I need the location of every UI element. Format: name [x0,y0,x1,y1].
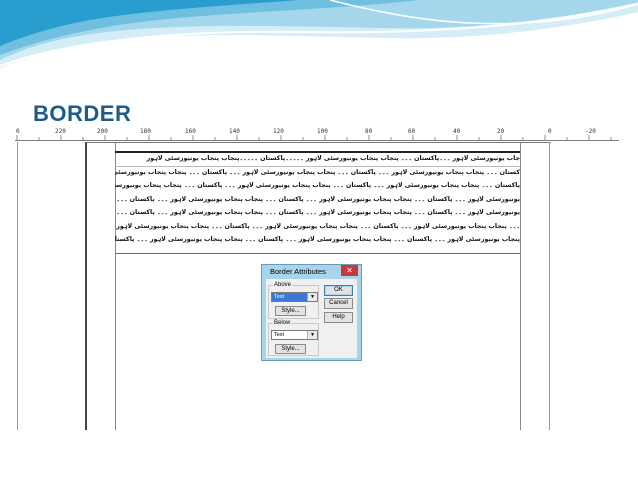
horizontal-ruler[interactable]: 0 220 200 180 160 140 120 100 80 60 40 2… [15,128,619,141]
text-line: کستان ۔۔۔ پنجاب پنجاب یونیورسٹی لاہور ۔۔… [115,168,520,176]
chevron-down-icon[interactable]: ▼ [307,293,317,301]
ruler-label: 160 [185,128,196,135]
above-label: Above [273,281,293,289]
border-attributes-dialog: Border Attributes ✕ Above Text ▼ Style..… [261,264,362,361]
ruler-label: 0 [16,128,20,135]
dialog-body: Above Text ▼ Style... Below Text ▼ Style… [266,279,357,358]
text-line: پاکستان ۔۔۔ پنجاب پنجاب یونیورسٹی لاہور … [115,182,520,189]
dialog-titlebar[interactable]: Border Attributes ✕ [262,265,361,279]
ruler-label: 80 [365,128,373,135]
dialog-title: Border Attributes [270,267,326,276]
ruler-label: 220 [55,128,66,135]
ruler-label: 200 [97,128,108,135]
bordered-paragraph[interactable]: جاب یونیورسٹی لاہور ۔۔۔پاکستان ۔۔۔ پنجاب… [115,152,520,247]
above-style-button[interactable]: Style... [275,306,306,316]
page-edge-left [17,142,18,430]
above-attribute-select[interactable]: Text ▼ [271,292,318,302]
chevron-down-icon[interactable]: ▼ [307,331,317,339]
ruler-label: -20 [585,128,596,135]
text-line: یونیورسٹی لاہور ۔۔۔ پاکستان ۔۔۔ پنجاب پن… [115,209,520,216]
above-group: Above Text ▼ Style... [268,281,319,319]
below-style-button[interactable]: Style... [275,344,306,354]
below-attribute-select[interactable]: Text ▼ [271,330,318,340]
close-button[interactable]: ✕ [341,265,358,276]
text-line: یونیورسٹی لاہور ۔۔۔ پاکستان ۔۔۔ پنجاب پن… [115,195,520,203]
text-line: جاب یونیورسٹی لاہور ۔۔۔پاکستان ۔۔۔ پنجاب… [146,155,520,162]
ruler-label: 40 [453,128,461,135]
ruler-label: 100 [317,128,328,135]
ok-button[interactable]: OK [324,285,353,296]
below-group: Below Text ▼ Style... [268,319,319,356]
cancel-button[interactable]: Cancel [324,298,353,309]
ruler-label: 20 [497,128,505,135]
ruler-label: 60 [408,128,416,135]
margin-guide-right [520,142,521,430]
ruler-label: 0 [548,128,552,135]
above-select-value: Text [272,293,308,301]
text-line: پنجاب یونیورسٹی لاہور ۔۔۔ پاکستان ۔۔۔ پن… [115,236,520,243]
below-label: Below [273,319,292,327]
ruler-label: 180 [140,128,151,135]
slide-title: BORDER [33,101,132,126]
ruler-label: 140 [229,128,240,135]
help-button[interactable]: Help [324,312,353,323]
ruler-label: 120 [273,128,284,135]
paragraph-border-below [115,253,520,254]
text-line: ۔۔۔ پنجاب پنجاب یونیورسٹی لاہور ۔۔۔ پاکس… [115,222,520,230]
page-edge-right [549,142,550,430]
below-select-value: Text [274,332,285,338]
ruler-ticks [16,135,612,140]
